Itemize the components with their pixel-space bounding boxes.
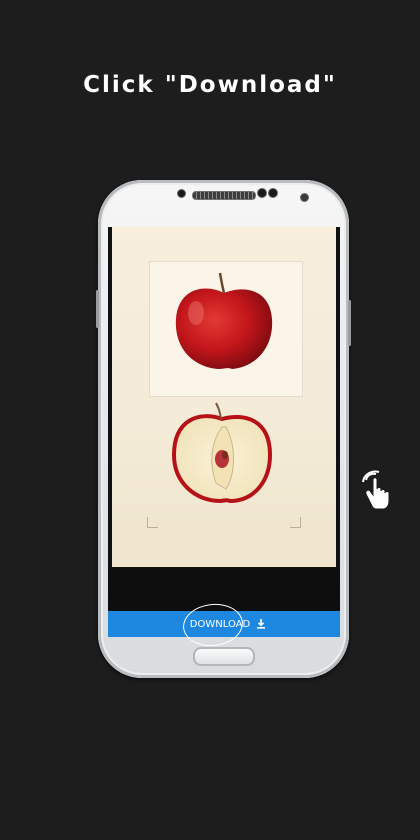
apple-illustration [171,272,273,504]
volume-key [96,290,99,328]
crop-mark [290,517,301,528]
tap-hand-icon [358,470,398,512]
front-camera-icon [301,194,308,201]
phone-screen: DOWNLOAD [108,227,340,637]
phone-mockup: DOWNLOAD [96,180,351,678]
artwork-image [112,227,336,567]
download-icon [256,619,266,629]
sensor-dot [178,190,185,197]
crop-mark [147,517,158,528]
earpiece-speaker [192,191,256,200]
sensor-dot [269,189,277,197]
home-button[interactable] [193,647,255,666]
sensor-dot [258,189,266,197]
power-key [348,300,351,346]
instruction-title: Click "Download" [83,72,337,98]
